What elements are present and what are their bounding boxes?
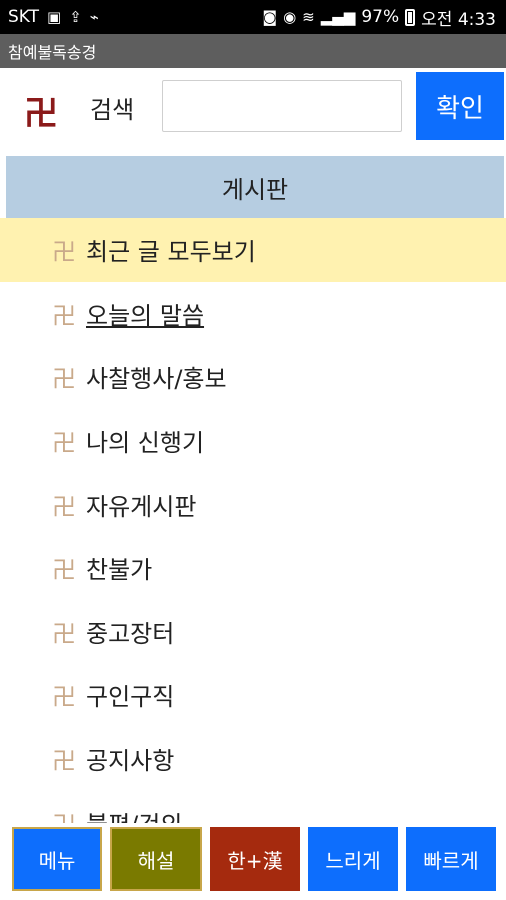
menu-item-free-board[interactable]: 卍 자유게시판 xyxy=(0,472,506,536)
menu-item-label: 최근 글 모두보기 xyxy=(86,238,256,267)
menu-item-label: 공지사항 xyxy=(86,747,175,776)
hangul-hanja-button[interactable]: 한+漢 xyxy=(210,827,300,891)
gallery-icon: ▣ xyxy=(47,7,62,26)
menu-item-temple-events[interactable]: 卍 사찰행사/홍보 xyxy=(0,345,506,409)
commentary-button[interactable]: 해설 xyxy=(110,827,202,891)
manji-logo-icon: 卍 xyxy=(24,94,58,134)
menu-item-feedback[interactable]: 卍 불편/건의 xyxy=(0,790,506,823)
menu-item-todays-words[interactable]: 卍 오늘의 말씀 xyxy=(0,282,506,346)
slower-button[interactable]: 느리게 xyxy=(308,827,398,891)
menu-item-used-market[interactable]: 卍 중고장터 xyxy=(0,600,506,664)
manji-icon: 卍 xyxy=(52,619,76,648)
menu-item-label: 오늘의 말씀 xyxy=(86,301,205,330)
alarm-icon: ◉ xyxy=(283,7,297,26)
confirm-button[interactable]: 확인 xyxy=(416,72,504,140)
search-input[interactable] xyxy=(162,80,402,132)
app-title-bar: 참예불독송경 xyxy=(0,34,506,68)
app-title: 참예불독송경 xyxy=(8,43,97,62)
hotspot-icon: ⌁ xyxy=(89,7,99,26)
faster-button[interactable]: 빠르게 xyxy=(406,827,496,891)
menu-item-my-faith-journal[interactable]: 卍 나의 신행기 xyxy=(0,409,506,473)
menu-item-label: 찬불가 xyxy=(86,556,153,585)
menu-item-label: 나의 신행기 xyxy=(86,429,205,458)
manji-icon: 卍 xyxy=(52,747,76,776)
menu-item-jobs[interactable]: 卍 구인구직 xyxy=(0,663,506,727)
signal-icon: ▂▄▆ xyxy=(320,7,356,26)
manji-icon: 卍 xyxy=(52,429,76,458)
menu-item-label: 중고장터 xyxy=(86,619,175,648)
menu-button[interactable]: 메뉴 xyxy=(12,827,102,891)
carrier-label: SKT xyxy=(8,7,40,27)
manji-icon: 卍 xyxy=(52,365,76,394)
board-menu-list: 卍 최근 글 모두보기 卍 오늘의 말씀 卍 사찰행사/홍보 卍 나의 신행기 … xyxy=(0,218,506,823)
manji-icon: 卍 xyxy=(52,805,86,823)
manji-icon: 卍 xyxy=(52,556,76,585)
manji-icon: 卍 xyxy=(52,238,76,267)
board-header-title: 게시판 xyxy=(221,175,289,204)
manji-icon: 卍 xyxy=(52,301,76,330)
battery-percent: 97% xyxy=(361,7,400,27)
status-bar: SKT ▣ ⇪ ⌁ ◙ ◉ ≋ ▂▄▆ 97% 오전 4:33 xyxy=(0,0,506,34)
menu-item-buddhist-hymns[interactable]: 卍 찬불가 xyxy=(0,536,506,600)
clock: 오전 4:33 xyxy=(421,9,496,30)
bottom-button-bar: 메뉴 해설 한+漢 느리게 빠르게 xyxy=(0,823,506,900)
lock-icon: ◙ xyxy=(262,7,278,26)
search-label: 검색 xyxy=(90,96,135,124)
menu-item-label: 구인구직 xyxy=(86,683,175,712)
battery-icon xyxy=(405,8,416,26)
upload-icon: ⇪ xyxy=(69,7,82,26)
menu-item-label: 자유게시판 xyxy=(86,492,197,521)
wifi-icon: ≋ xyxy=(302,7,315,26)
manji-icon: 卍 xyxy=(52,492,76,521)
search-row: 卍 검색 확인 xyxy=(0,68,506,146)
menu-item-label: 불편/건의 xyxy=(86,805,182,823)
menu-item-recent-posts[interactable]: 卍 최근 글 모두보기 xyxy=(0,218,506,282)
menu-item-notices[interactable]: 卍 공지사항 xyxy=(0,727,506,791)
board-header: 게시판 xyxy=(6,156,504,218)
manji-icon: 卍 xyxy=(52,683,76,712)
menu-item-label: 사찰행사/홍보 xyxy=(86,365,227,394)
